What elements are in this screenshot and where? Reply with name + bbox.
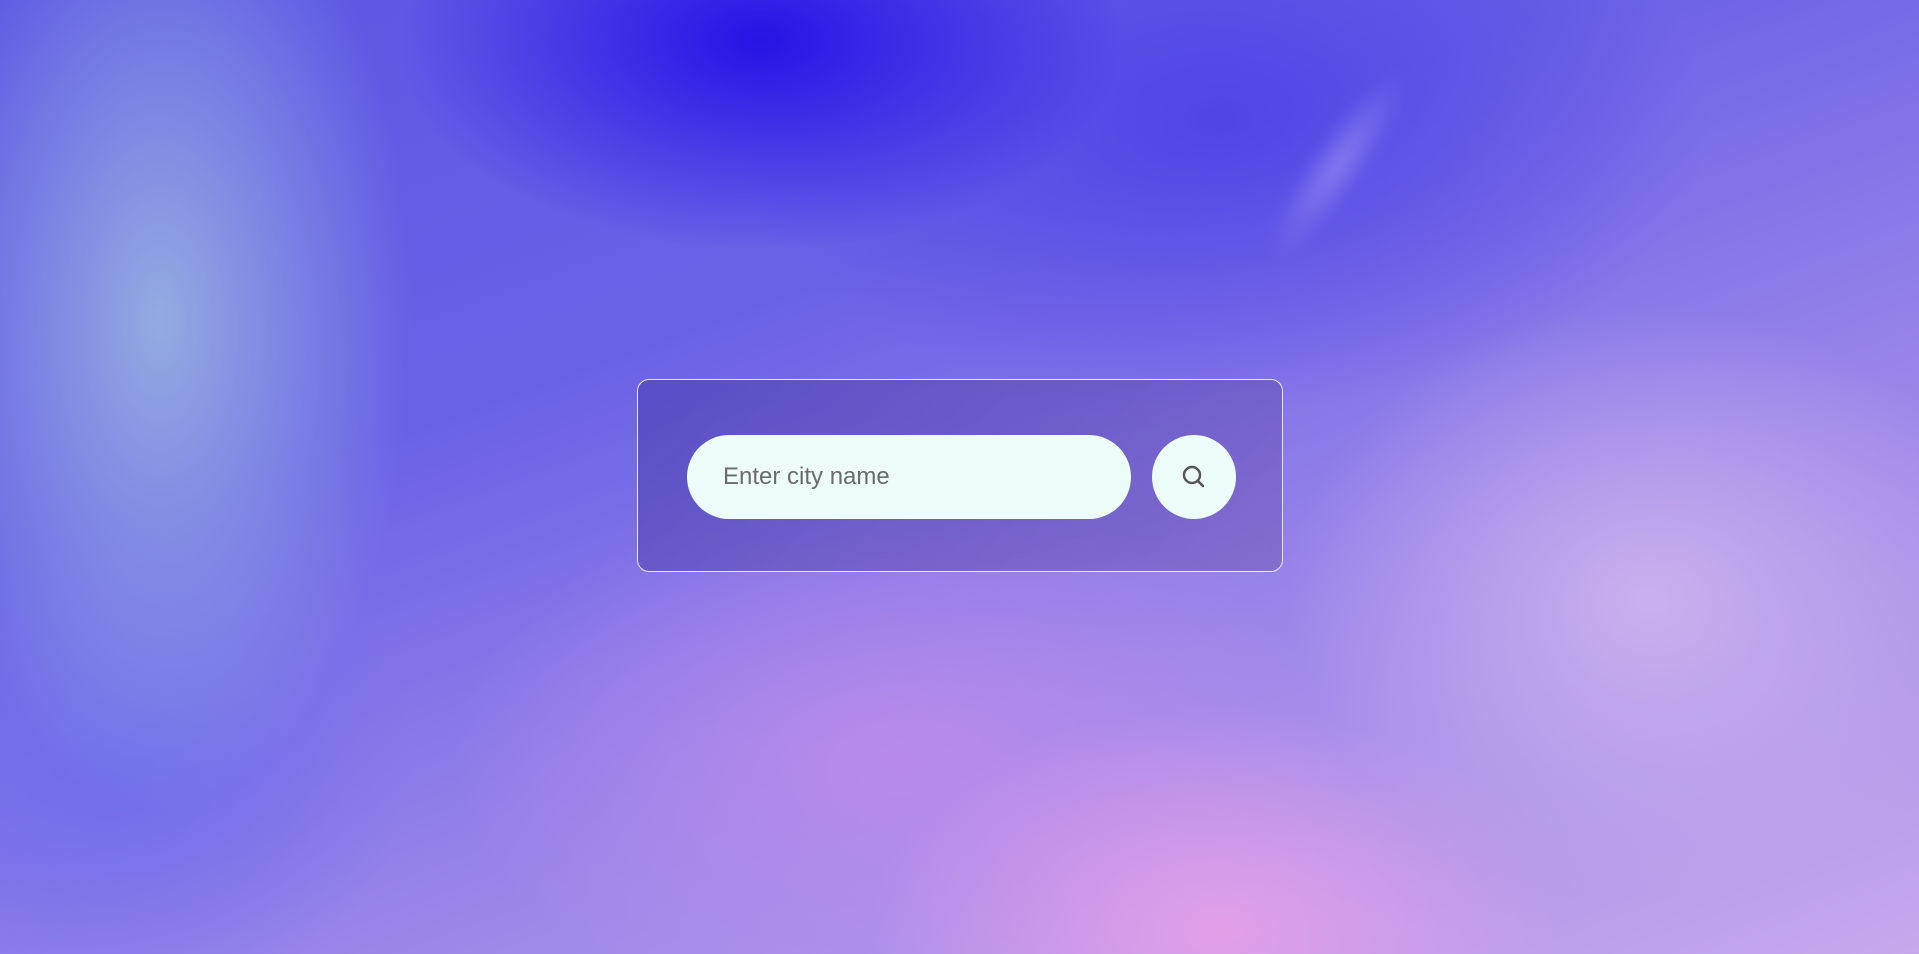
city-search-field[interactable]: [687, 434, 1131, 520]
search-icon: [1181, 464, 1207, 490]
search-button[interactable]: [1152, 435, 1236, 519]
search-card: [637, 379, 1283, 572]
city-search-input[interactable]: [721, 434, 1131, 520]
